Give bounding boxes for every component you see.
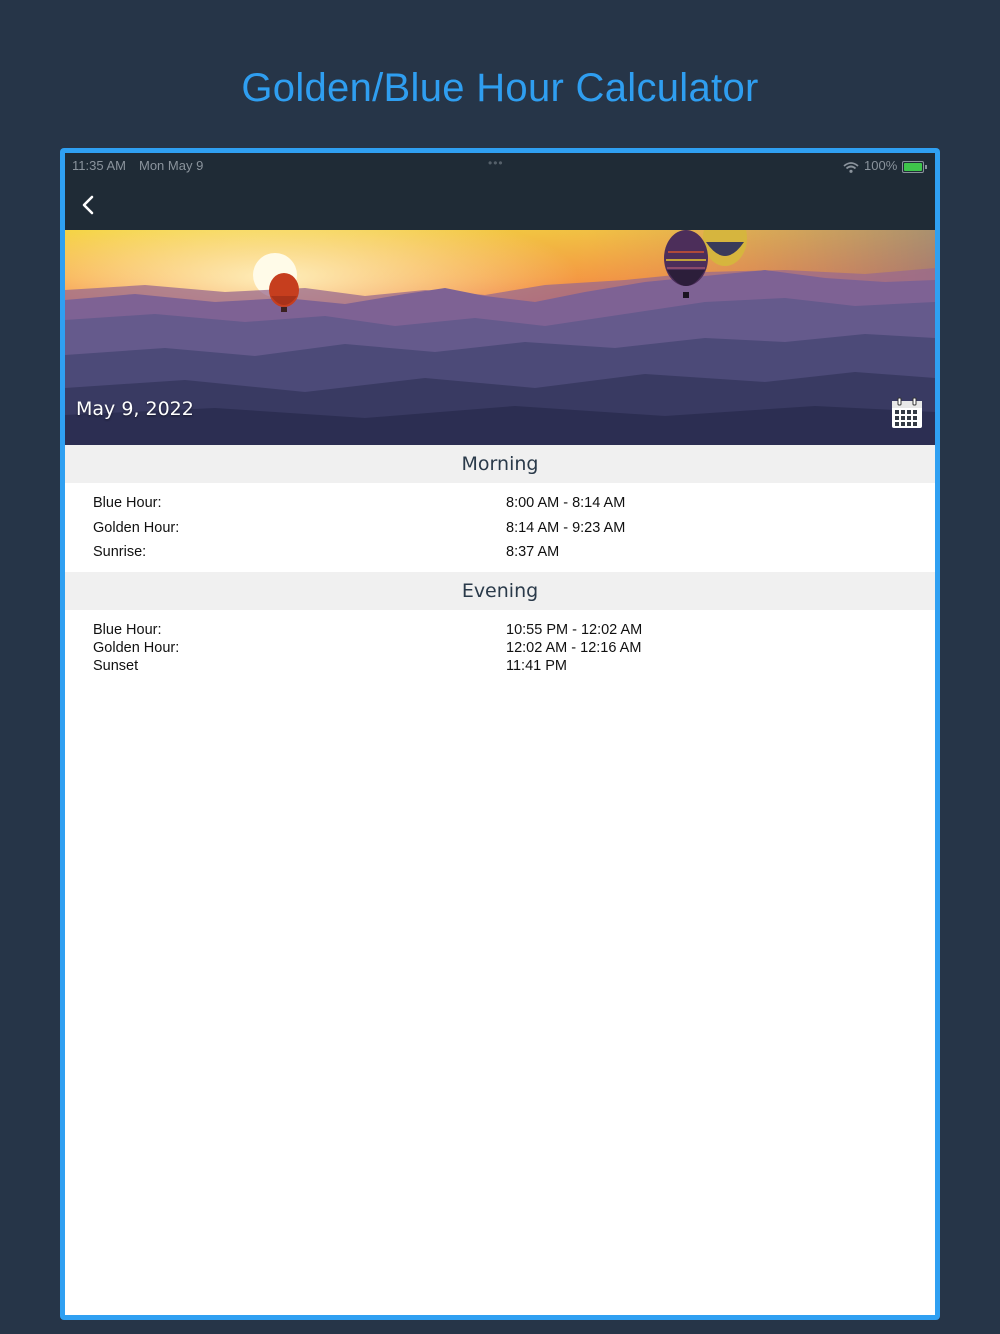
row-label: Golden Hour: [93, 640, 180, 656]
chevron-left-icon [82, 195, 94, 215]
row-label: Sunrise: [93, 544, 147, 560]
calendar-button[interactable] [890, 396, 924, 430]
device-frame: 11:35 AM Mon May 9 ••• 100% May 9, 2022 … [60, 148, 940, 1320]
hero-image: May 9, 2022 [65, 230, 935, 445]
calendar-icon [892, 397, 922, 428]
row-value: 8:37 AM [506, 544, 560, 560]
row-value: 8:00 AM - 8:14 AM [506, 495, 626, 511]
app-screen: 11:35 AM Mon May 9 ••• 100% May 9, 2022 … [65, 153, 935, 1315]
back-button[interactable] [73, 188, 107, 222]
row-value: 11:41 PM [506, 658, 567, 674]
wifi-icon [843, 161, 859, 176]
battery-percent: 100% [864, 158, 898, 173]
row-value: 8:14 AM - 9:23 AM [506, 520, 626, 536]
nav-bar [65, 181, 935, 230]
status-bar: 11:35 AM Mon May 9 ••• 100% [65, 153, 935, 181]
sunrise-balloons-image [65, 230, 935, 445]
section-header-evening: Evening [65, 572, 935, 610]
row-label: Blue Hour: [93, 622, 162, 638]
row-value: 10:55 PM - 12:02 AM [506, 622, 643, 638]
status-time: 11:35 AM [72, 158, 126, 173]
row-label: Golden Hour: [93, 520, 180, 536]
multitasking-dots-icon: ••• [488, 156, 504, 170]
row-label: Sunset [93, 658, 139, 674]
promo-title: Golden/Blue Hour Calculator [241, 66, 759, 110]
status-date: Mon May 9 [139, 158, 204, 173]
row-value: 12:02 AM - 12:16 AM [506, 640, 642, 656]
section-header-morning: Morning [65, 445, 935, 483]
battery-icon [902, 161, 927, 173]
hero-date: May 9, 2022 [76, 398, 194, 420]
row-label: Blue Hour: [93, 495, 162, 511]
